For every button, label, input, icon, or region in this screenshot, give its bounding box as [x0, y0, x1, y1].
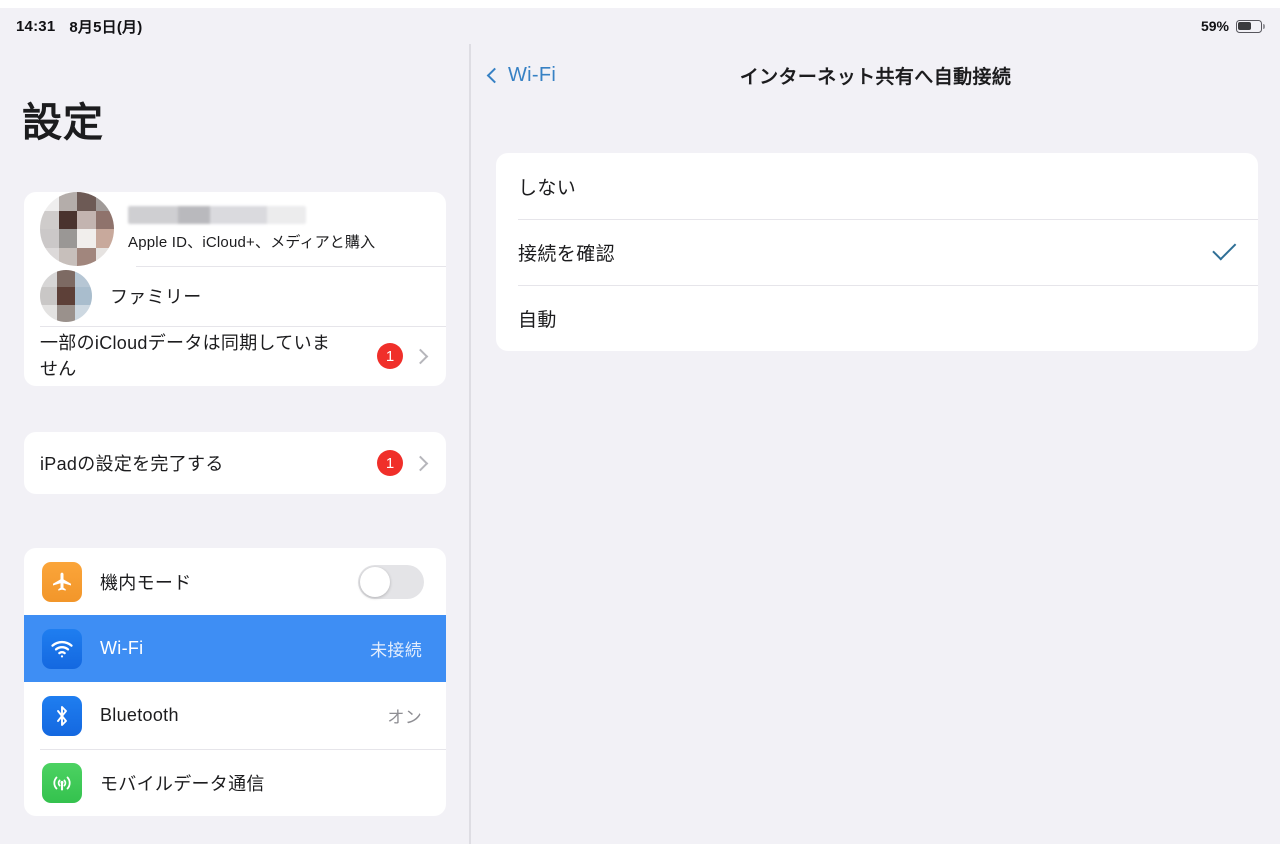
airplane-icon: [42, 561, 82, 602]
chevron-right-icon: [412, 455, 429, 471]
status-badge: 1: [377, 343, 403, 369]
airplane-mode-label: 機内モード: [100, 572, 192, 593]
family-avatar: [40, 270, 92, 322]
status-time: 14:31: [16, 17, 56, 35]
finish-setup-label: iPadの設定を完了する: [40, 454, 224, 474]
finish-setup-row[interactable]: iPadの設定を完了する 1: [24, 432, 446, 494]
status-bar-right: 59%: [1200, 18, 1265, 34]
sidebar-item-bluetooth[interactable]: Bluetooth オン: [24, 682, 446, 749]
bluetooth-status-value: オン: [387, 708, 422, 727]
airplane-mode-toggle[interactable]: [358, 564, 424, 599]
status-bar-left: 14:31 8月5日(月): [16, 16, 142, 37]
option-label: 自動: [518, 309, 557, 331]
apple-id-row[interactable]: Apple ID、iCloud+、メディアと購入: [24, 192, 446, 266]
detail-pane: Wi-Fi インターネット共有へ自動接続 しない 接続を確認 自動: [471, 44, 1280, 844]
connectivity-card: 機内モード Wi-Fi 未接続 Bluetooth オン モバイルデータ通信: [24, 548, 446, 816]
toggle-knob: [360, 566, 390, 597]
checkmark-icon: [1212, 236, 1237, 261]
content-area: 設定 Apple ID、iCloud+、メディアと購入 ファミリー 一部のiCl…: [0, 44, 1280, 844]
family-label: ファミリー: [110, 287, 202, 307]
cellular-icon: [42, 762, 82, 803]
auto-join-options-card: しない 接続を確認 自動: [496, 153, 1258, 351]
avatar: [40, 192, 114, 266]
icloud-sync-warning-label: 一部のiCloudデータは同期していません: [40, 332, 331, 379]
chevron-left-icon: [486, 67, 503, 83]
wifi-status-value: 未接続: [370, 641, 422, 660]
account-name-redacted: [128, 206, 306, 224]
detail-navigation-bar: Wi-Fi インターネット共有へ自動接続: [471, 44, 1280, 106]
bluetooth-icon: [42, 695, 82, 736]
chevron-right-icon: [412, 348, 429, 364]
settings-sidebar[interactable]: 設定 Apple ID、iCloud+、メディアと購入 ファミリー 一部のiCl…: [0, 44, 470, 844]
status-bar: 14:31 8月5日(月) 59%: [0, 8, 1280, 44]
sidebar-item-airplane-mode[interactable]: 機内モード: [24, 548, 446, 615]
battery-fill: [1238, 21, 1252, 31]
bottom-strip: [0, 844, 1280, 852]
battery-percent-label: 59%: [1200, 18, 1229, 34]
icloud-sync-warning-row[interactable]: 一部のiCloudデータは同期していません 1: [24, 326, 446, 386]
account-card: Apple ID、iCloud+、メディアと購入 ファミリー 一部のiCloud…: [24, 192, 446, 386]
finish-setup-card: iPadの設定を完了する 1: [24, 432, 446, 494]
family-row[interactable]: ファミリー: [24, 266, 446, 326]
apple-id-text: Apple ID、iCloud+、メディアと購入: [128, 194, 375, 264]
detail-title: インターネット共有へ自動接続: [739, 66, 1012, 88]
option-row-ask-to-join[interactable]: 接続を確認: [496, 219, 1258, 285]
wifi-icon: [42, 628, 82, 669]
option-label: しない: [518, 177, 577, 199]
back-button[interactable]: Wi-Fi: [486, 63, 557, 87]
back-button-label: Wi-Fi: [508, 63, 557, 86]
battery-icon: [1236, 19, 1265, 33]
option-label: 接続を確認: [518, 243, 616, 265]
option-row-automatic[interactable]: 自動: [496, 285, 1258, 351]
status-date: 8月5日(月): [69, 18, 143, 36]
wifi-label: Wi-Fi: [100, 638, 144, 658]
status-badge: 1: [377, 450, 403, 476]
option-row-never[interactable]: しない: [496, 153, 1258, 219]
sidebar-item-wifi[interactable]: Wi-Fi 未接続: [24, 615, 446, 682]
sidebar-item-cellular[interactable]: モバイルデータ通信: [24, 749, 446, 816]
apple-id-subtitle: Apple ID、iCloud+、メディアと購入: [128, 234, 376, 251]
cellular-label: モバイルデータ通信: [100, 773, 265, 794]
ipad-settings-screen: 14:31 8月5日(月) 59% 設定 Apple ID、iCloud+、メデ…: [0, 0, 1280, 852]
bluetooth-label: Bluetooth: [100, 705, 179, 725]
page-title: 設定: [22, 101, 104, 145]
